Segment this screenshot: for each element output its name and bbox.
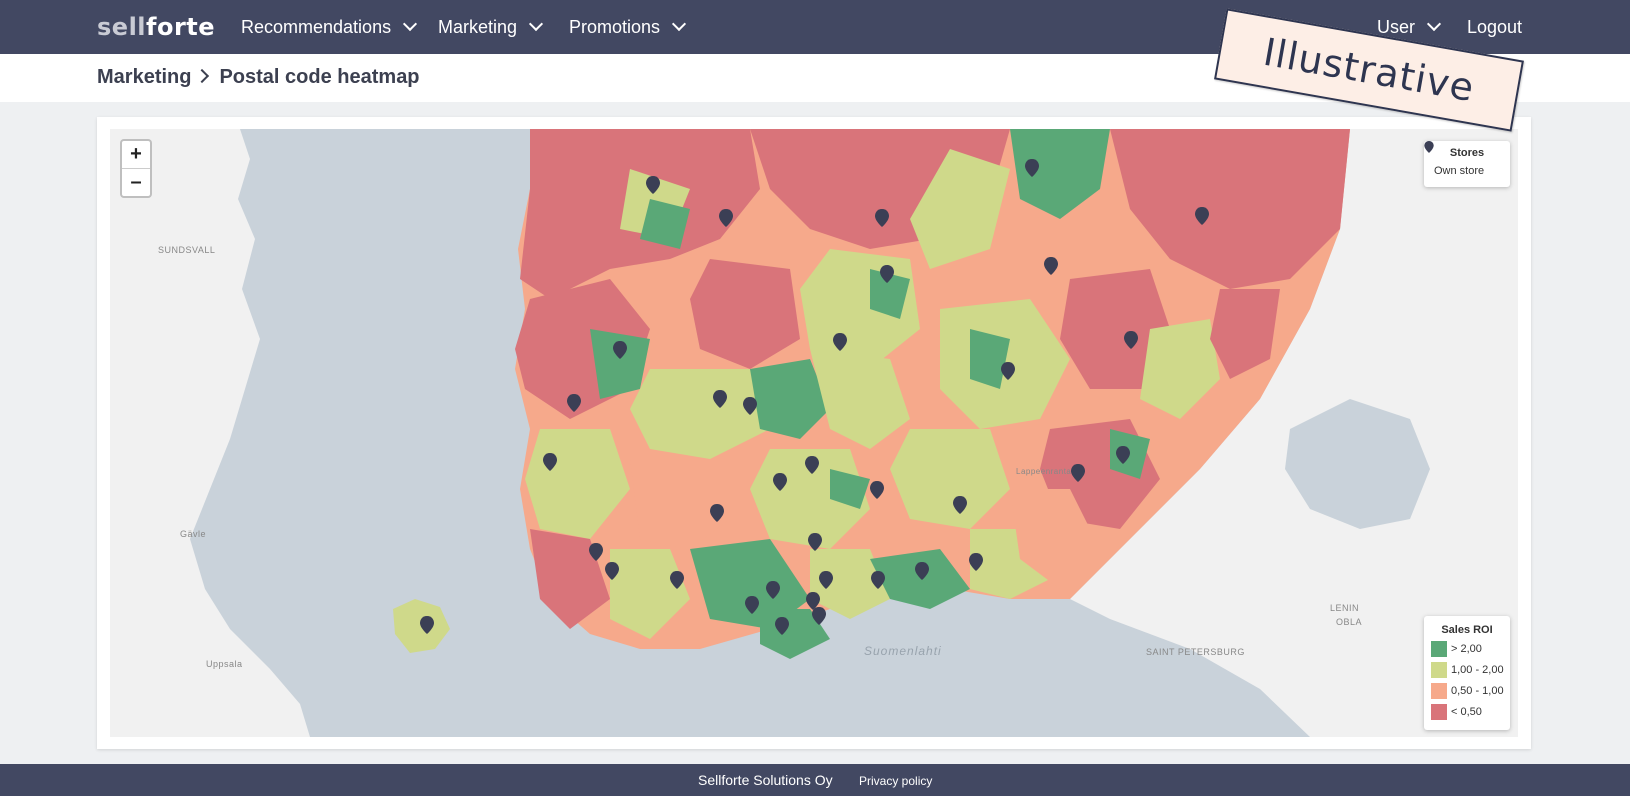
- sales-roi-legend: Sales ROI > 2,00 1,00 - 2,00 0,50 - 1,00…: [1424, 616, 1510, 730]
- sales-roi-legend-title: Sales ROI: [1441, 624, 1493, 636]
- privacy-policy-link[interactable]: Privacy policy: [859, 774, 932, 788]
- zoom-in-button[interactable]: +: [122, 141, 150, 168]
- roi-legend-label: > 2,00: [1451, 642, 1482, 655]
- roi-legend-label: < 0,50: [1451, 705, 1482, 718]
- roi-legend-row: 0,50 - 1,00: [1431, 683, 1510, 699]
- map-canvas: [110, 129, 1518, 737]
- place-label: OBLA: [1336, 617, 1363, 627]
- nav-marketing-label: Marketing: [438, 17, 518, 37]
- map-card: SUNDSVALL Gävle Uppsala LENIN OBLA SAINT…: [97, 117, 1531, 749]
- chevron-right-icon: [195, 68, 210, 84]
- breadcrumb-section[interactable]: Marketing: [97, 66, 191, 88]
- chevron-down-icon: [1426, 16, 1442, 32]
- sea-label: Suomenlahti: [864, 644, 942, 658]
- roi-legend-label: 1,00 - 2,00: [1451, 663, 1504, 676]
- stores-legend-title: Stores: [1449, 147, 1485, 159]
- sellforte-logo[interactable]: sellforte: [97, 13, 215, 41]
- nav-recommendations[interactable]: Recommendations: [241, 16, 418, 38]
- nav-user-label: User: [1377, 17, 1416, 37]
- roi-legend-label: 0,50 - 1,00: [1451, 684, 1504, 697]
- chevron-down-icon: [528, 16, 544, 32]
- place-label: Uppsala: [206, 659, 243, 669]
- roi-legend-row: < 0,50: [1431, 704, 1510, 720]
- nav-promotions-label: Promotions: [569, 17, 661, 37]
- zoom-control: + –: [120, 139, 152, 198]
- chevron-down-icon: [671, 16, 687, 32]
- footer-company: Sellforte Solutions Oy: [698, 772, 833, 788]
- stores-legend: Stores Own store: [1424, 141, 1510, 187]
- heatmap-map[interactable]: SUNDSVALL Gävle Uppsala LENIN OBLA SAINT…: [110, 129, 1518, 737]
- breadcrumb: Marketing Postal code heatmap: [97, 66, 420, 89]
- roi-swatch: [1431, 683, 1447, 699]
- roi-swatch: [1431, 662, 1447, 678]
- nav-recommendations-label: Recommendations: [241, 17, 392, 37]
- map-pin-icon: [1424, 141, 1434, 153]
- nav-marketing[interactable]: Marketing: [438, 16, 544, 38]
- footer: Sellforte Solutions Oy Privacy policy: [0, 764, 1630, 796]
- logout-link[interactable]: Logout: [1467, 17, 1522, 38]
- roi-swatch: [1431, 641, 1447, 657]
- place-label: Lappeenranta: [1016, 467, 1072, 476]
- nav-promotions[interactable]: Promotions: [569, 16, 687, 38]
- own-store-legend-row: Own store: [1424, 141, 1510, 177]
- place-label: SUNDSVALL: [158, 245, 216, 255]
- place-label: Gävle: [180, 529, 207, 539]
- place-label: SAINT PETERSBURG: [1146, 647, 1245, 657]
- place-label: LENIN: [1330, 603, 1360, 613]
- own-store-label: Own store: [1434, 165, 1485, 177]
- roi-legend-row: 1,00 - 2,00: [1431, 662, 1510, 678]
- chevron-down-icon: [403, 16, 418, 32]
- roi-legend-row: > 2,00: [1431, 641, 1510, 657]
- nav-user[interactable]: User: [1377, 16, 1442, 38]
- zoom-out-button[interactable]: –: [122, 168, 150, 196]
- roi-swatch: [1431, 704, 1447, 720]
- page-title: Postal code heatmap: [219, 66, 420, 88]
